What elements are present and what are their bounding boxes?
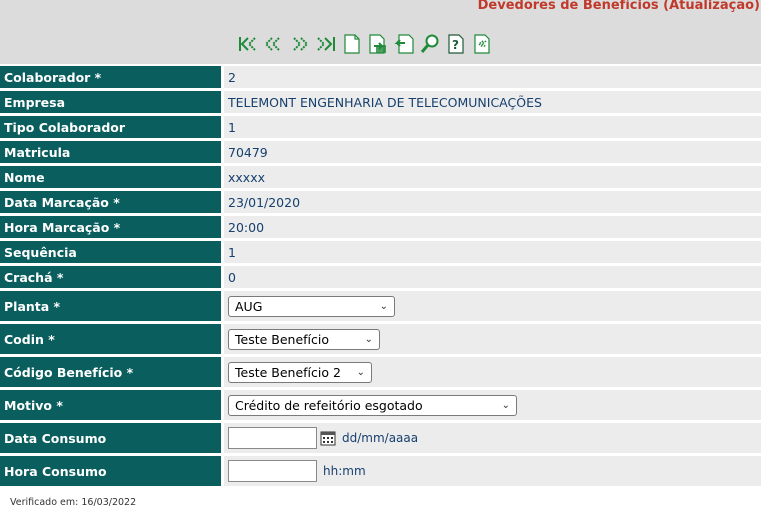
last-record-button[interactable] — [315, 33, 337, 55]
top-bar: Devedores de Benefícios (Atualização) ? — [0, 0, 761, 64]
search-button[interactable] — [419, 33, 441, 55]
label-codin: Codin * — [0, 324, 221, 354]
row-hora-marcacao: Hora Marcação * 20:00 — [0, 216, 761, 238]
save-record-icon — [369, 34, 386, 54]
row-matricula: Matricula 70479 — [0, 141, 761, 163]
row-data-consumo: Data Consumo dd/mm/aaaa — [0, 423, 761, 453]
back-button[interactable] — [471, 33, 493, 55]
chevron-down-icon: ⌄ — [364, 333, 373, 345]
verified-date: Verificado em: 16/03/2022 — [10, 497, 137, 508]
next-record-button[interactable] — [289, 33, 311, 55]
motivo-selected: Crédito de refeitório esgotado — [235, 397, 423, 413]
value-data-consumo: dd/mm/aaaa — [224, 423, 761, 453]
value-matricula: 70479 — [224, 141, 761, 163]
previous-record-icon — [264, 37, 280, 51]
undo-icon — [394, 34, 414, 54]
row-hora-consumo: Hora Consumo hh:mm — [0, 456, 761, 486]
row-data-marcacao: Data Marcação * 23/01/2020 — [0, 191, 761, 213]
chevron-down-icon: ⌄ — [379, 300, 388, 312]
label-tipo-colaborador: Tipo Colaborador — [0, 116, 221, 138]
value-tipo-colaborador: 1 — [224, 116, 761, 138]
row-cracha: Crachá * 0 — [0, 266, 761, 288]
codigo-beneficio-selected: Teste Benefício 2 — [235, 364, 341, 380]
label-colaborador: Colaborador * — [0, 66, 221, 88]
svg-text:?: ? — [452, 38, 459, 52]
label-hora-marcacao: Hora Marcação * — [0, 216, 221, 238]
label-empresa: Empresa — [0, 91, 221, 113]
first-record-icon — [239, 37, 256, 51]
row-codigo-beneficio: Código Benefício * Teste Benefício 2 ⌄ — [0, 357, 761, 387]
next-record-icon — [293, 37, 309, 51]
label-hora-consumo: Hora Consumo — [0, 456, 221, 486]
value-hora-consumo: hh:mm — [224, 456, 761, 486]
row-empresa: Empresa TELEMONT ENGENHARIA DE TELECOMUN… — [0, 91, 761, 113]
label-codigo-beneficio: Código Benefício * — [0, 357, 221, 387]
codin-selected: Teste Benefício — [235, 331, 330, 347]
chevron-down-icon: ⌄ — [501, 399, 510, 411]
row-codin: Codin * Teste Benefício ⌄ — [0, 324, 761, 354]
chevron-down-icon: ⌄ — [356, 366, 365, 378]
data-consumo-input[interactable] — [228, 427, 317, 449]
new-record-button[interactable] — [341, 33, 363, 55]
value-nome: xxxxx — [224, 166, 761, 188]
calendar-icon[interactable] — [320, 430, 336, 446]
hora-consumo-hint: hh:mm — [323, 464, 366, 478]
value-codigo-beneficio: Teste Benefício 2 ⌄ — [224, 357, 761, 387]
planta-selected: AUG — [235, 298, 263, 314]
save-record-button[interactable] — [367, 33, 389, 55]
value-colaborador: 2 — [224, 66, 761, 88]
row-motivo: Motivo * Crédito de refeitório esgotado … — [0, 390, 761, 420]
planta-select[interactable]: AUG ⌄ — [228, 295, 395, 317]
page-title: Devedores de Benefícios (Atualização) — [477, 0, 760, 13]
previous-record-button[interactable] — [263, 33, 285, 55]
row-sequencia: Sequência 1 — [0, 241, 761, 263]
motivo-select[interactable]: Crédito de refeitório esgotado ⌄ — [228, 394, 517, 416]
label-cracha: Crachá * — [0, 266, 221, 288]
label-sequencia: Sequência — [0, 241, 221, 263]
value-motivo: Crédito de refeitório esgotado ⌄ — [224, 390, 761, 420]
value-codin: Teste Benefício ⌄ — [224, 324, 761, 354]
value-data-marcacao: 23/01/2020 — [224, 191, 761, 213]
value-cracha: 0 — [224, 266, 761, 288]
value-sequencia: 1 — [224, 241, 761, 263]
first-record-button[interactable] — [237, 33, 259, 55]
label-nome: Nome — [0, 166, 221, 188]
codin-select[interactable]: Teste Benefício ⌄ — [228, 328, 380, 350]
label-planta: Planta * — [0, 291, 221, 321]
undo-button[interactable] — [393, 33, 415, 55]
help-button[interactable]: ? — [445, 33, 467, 55]
row-colaborador: Colaborador * 2 — [0, 66, 761, 88]
label-matricula: Matricula — [0, 141, 221, 163]
codigo-beneficio-select[interactable]: Teste Benefício 2 ⌄ — [228, 361, 372, 383]
back-icon — [474, 34, 490, 54]
row-tipo-colaborador: Tipo Colaborador 1 — [0, 116, 761, 138]
row-planta: Planta * AUG ⌄ — [0, 291, 761, 321]
value-hora-marcacao: 20:00 — [224, 216, 761, 238]
form: Colaborador * 2 Empresa TELEMONT ENGENHA… — [0, 66, 761, 489]
label-data-marcacao: Data Marcação * — [0, 191, 221, 213]
last-record-icon — [317, 37, 335, 51]
help-icon: ? — [448, 34, 464, 54]
value-empresa: TELEMONT ENGENHARIA DE TELECOMUNICAÇÕES — [224, 91, 761, 113]
new-record-icon — [344, 34, 360, 54]
value-planta: AUG ⌄ — [224, 291, 761, 321]
hora-consumo-input[interactable] — [228, 460, 317, 482]
label-data-consumo: Data Consumo — [0, 423, 221, 453]
search-icon — [420, 34, 439, 53]
row-nome: Nome xxxxx — [0, 166, 761, 188]
data-consumo-hint: dd/mm/aaaa — [342, 431, 419, 445]
label-motivo: Motivo * — [0, 390, 221, 420]
record-toolbar: ? — [237, 33, 493, 55]
